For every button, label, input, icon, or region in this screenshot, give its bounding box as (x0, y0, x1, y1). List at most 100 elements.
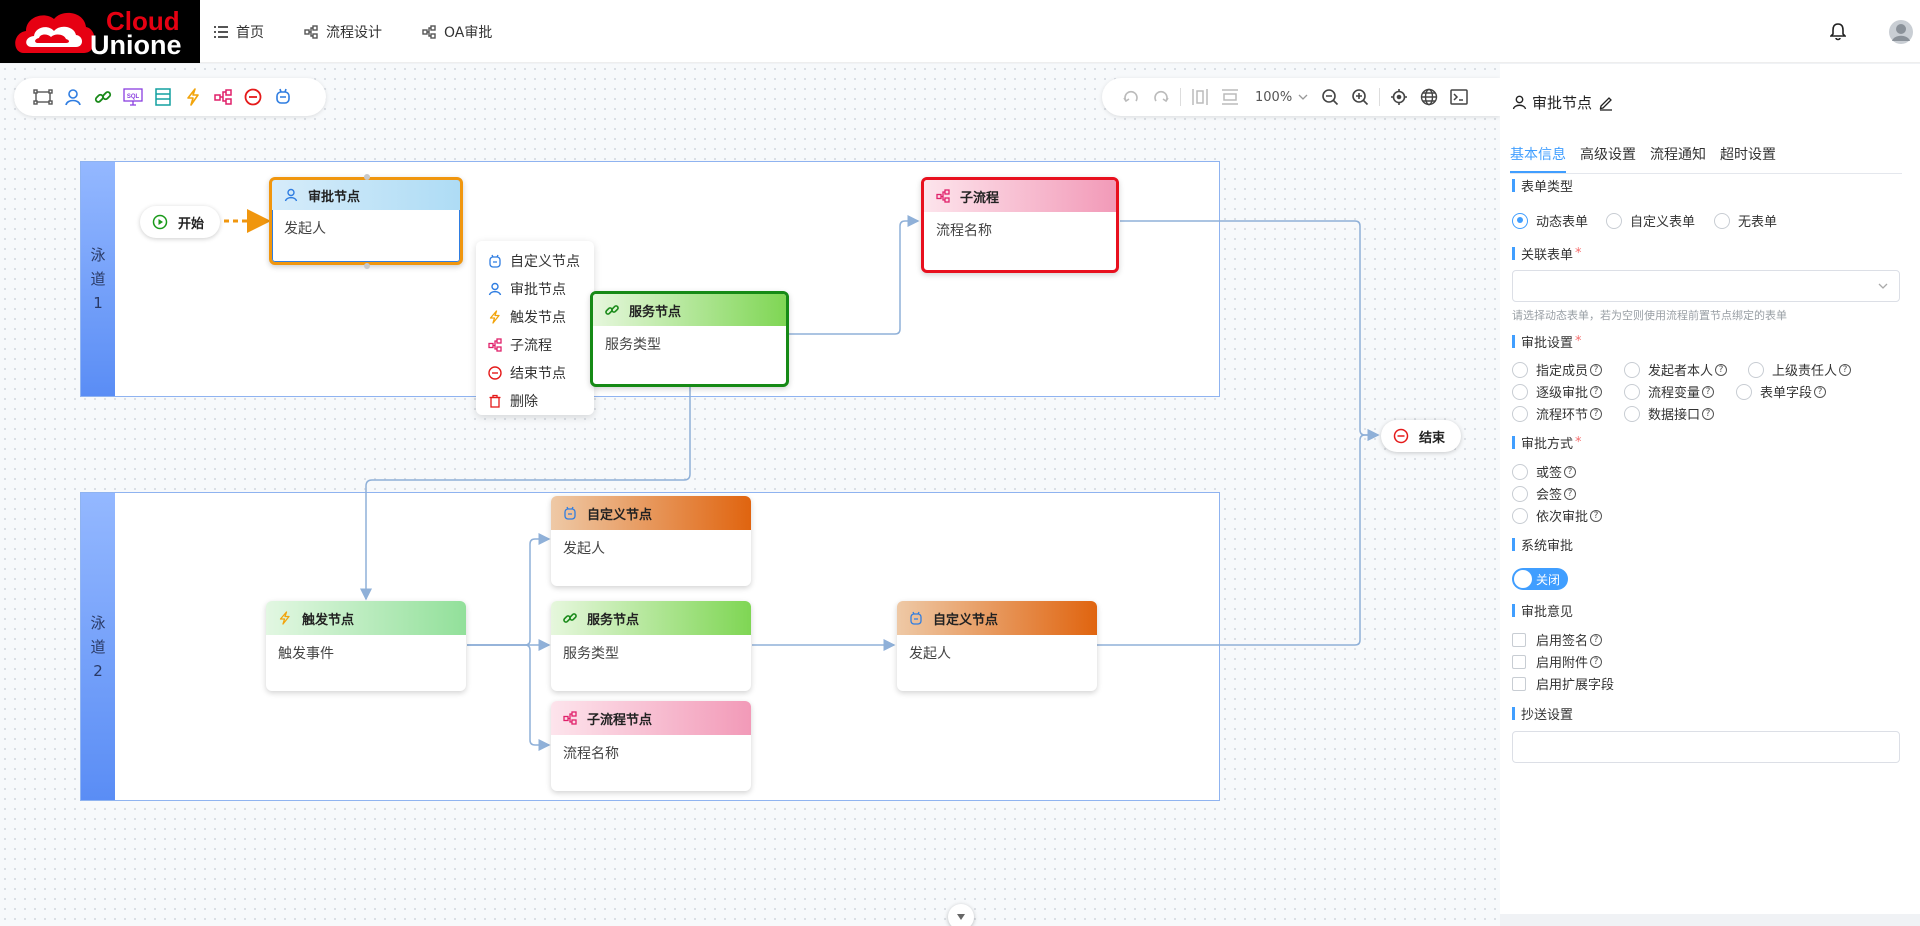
radio-joint-sign[interactable]: 会签? (1512, 484, 1577, 503)
trigger-node[interactable]: 触发节点 触发事件 (266, 601, 466, 691)
form-node-tool[interactable] (152, 86, 174, 108)
radio-button[interactable] (1714, 212, 1730, 229)
checkbox-enable-signature[interactable]: 启用签名? (1512, 630, 1603, 649)
checkbox[interactable] (1512, 632, 1526, 647)
radio-data-interface[interactable]: 数据接口? (1624, 404, 1715, 423)
cc-settings-input[interactable] (1512, 731, 1900, 763)
tab-flow-notification[interactable]: 流程通知 (1650, 140, 1706, 173)
system-approval-toggle[interactable]: 关闭 (1512, 568, 1568, 590)
collapse-button[interactable] (948, 904, 974, 926)
menu-add-approval-node[interactable]: 审批节点 (476, 275, 594, 303)
zoom-out-button[interactable] (1319, 86, 1341, 108)
service-node-2[interactable]: 服务节点 服务类型 (551, 601, 751, 691)
end-node[interactable]: 结束 (1381, 420, 1462, 452)
radio-button[interactable] (1606, 212, 1622, 229)
menu-add-end-node[interactable]: 结束节点 (476, 359, 594, 387)
radio-button[interactable] (1624, 405, 1640, 422)
radio-form-field[interactable]: 表单字段? (1736, 382, 1827, 401)
radio-level-approval[interactable]: 逐级审批? (1512, 382, 1603, 401)
zoom-select[interactable]: 100% (1255, 90, 1309, 105)
help-icon[interactable]: ? (1715, 363, 1728, 376)
locate-button[interactable] (1388, 86, 1410, 108)
help-icon[interactable]: ? (1590, 385, 1603, 398)
service-node-1[interactable]: 服务节点 服务类型 (590, 291, 789, 387)
avatar[interactable] (1888, 19, 1914, 45)
radio-initiator-self[interactable]: 发起者本人? (1624, 360, 1728, 379)
brand-logo[interactable]: Cloud Unione (0, 0, 200, 63)
zoom-in-button[interactable] (1349, 86, 1371, 108)
subflow-node-tool[interactable] (212, 86, 234, 108)
bell-icon[interactable] (1830, 22, 1846, 41)
radio-or-sign[interactable]: 或签? (1512, 462, 1577, 481)
service-node-tool[interactable] (92, 86, 114, 108)
help-icon[interactable]: ? (1590, 655, 1603, 668)
menu-delete[interactable]: 删除 (476, 387, 594, 415)
tab-advanced-settings[interactable]: 高级设置 (1580, 140, 1636, 173)
radio-button[interactable] (1624, 361, 1640, 378)
menu-add-trigger-node[interactable]: 触发节点 (476, 303, 594, 331)
menu-add-custom-node[interactable]: 自定义节点 (476, 247, 594, 275)
end-node-tool[interactable] (242, 86, 264, 108)
linked-form-select[interactable] (1512, 270, 1900, 302)
help-icon[interactable]: ? (1564, 465, 1577, 478)
redo-button[interactable] (1150, 86, 1172, 108)
sql-node-tool[interactable]: SQL (122, 86, 144, 108)
flow-canvas[interactable]: SQL 100% 泳 道 1 泳 道 2 开始 结束 审批节点 发起人 自定义节… (0, 64, 1500, 926)
globe-button[interactable] (1418, 86, 1440, 108)
radio-specified-members[interactable]: 指定成员? (1512, 360, 1603, 379)
swimlane-2-header[interactable]: 泳 道 2 (81, 493, 115, 800)
radio-custom-form[interactable]: 自定义表单 (1606, 211, 1695, 230)
undo-button[interactable] (1120, 86, 1142, 108)
help-icon[interactable]: ? (1590, 363, 1603, 376)
trigger-node-tool[interactable] (182, 86, 204, 108)
radio-dynamic-form[interactable]: 动态表单 (1512, 211, 1588, 230)
radio-flow-variable[interactable]: 流程变量? (1624, 382, 1715, 401)
radio-button[interactable] (1512, 383, 1528, 400)
radio-button[interactable] (1512, 463, 1528, 480)
help-icon[interactable]: ? (1702, 407, 1715, 420)
nav-item-home[interactable]: 首页 (214, 22, 264, 42)
radio-sequential[interactable]: 依次审批? (1512, 506, 1603, 525)
subflow-node-1[interactable]: 子流程 流程名称 (921, 177, 1119, 273)
connector-handle[interactable] (363, 262, 371, 270)
checkbox[interactable] (1512, 676, 1526, 691)
radio-button[interactable] (1512, 485, 1528, 502)
nav-item-oa-approval[interactable]: OA审批 (422, 22, 492, 42)
checkbox-enable-attachment[interactable]: 启用附件? (1512, 652, 1603, 671)
checkbox[interactable] (1512, 654, 1526, 669)
radio-no-form[interactable]: 无表单 (1714, 211, 1777, 230)
nav-item-flow-design[interactable]: 流程设计 (304, 22, 382, 42)
radio-button[interactable] (1624, 383, 1640, 400)
align-horizontal-button[interactable] (1219, 86, 1241, 108)
radio-flow-step[interactable]: 流程环节? (1512, 404, 1603, 423)
help-icon[interactable]: ? (1590, 509, 1603, 522)
radio-superior[interactable]: 上级责任人? (1748, 360, 1852, 379)
radio-button[interactable] (1512, 405, 1528, 422)
approval-node[interactable]: 审批节点 发起人 (269, 177, 463, 265)
connector-handle[interactable] (363, 173, 371, 181)
custom-node-1[interactable]: 自定义节点 发起人 (551, 496, 751, 586)
help-icon[interactable]: ? (1590, 407, 1603, 420)
help-icon[interactable]: ? (1590, 633, 1603, 646)
radio-button[interactable] (1736, 383, 1752, 400)
tab-basic-info[interactable]: 基本信息 (1510, 140, 1566, 173)
radio-button[interactable] (1512, 212, 1528, 229)
radio-button[interactable] (1512, 507, 1528, 524)
edit-icon[interactable] (1598, 95, 1614, 111)
custom-node-tool[interactable] (272, 86, 294, 108)
subflow-node-2[interactable]: 子流程节点 流程名称 (551, 701, 751, 791)
radio-button[interactable] (1512, 361, 1528, 378)
start-node[interactable]: 开始 (140, 206, 221, 238)
swimlane-1-header[interactable]: 泳 道 1 (81, 162, 115, 396)
user-node-tool[interactable] (62, 86, 84, 108)
align-vertical-button[interactable] (1189, 86, 1211, 108)
custom-node-2[interactable]: 自定义节点 发起人 (897, 601, 1097, 691)
help-icon[interactable]: ? (1564, 487, 1577, 500)
checkbox-enable-extension-field[interactable]: 启用扩展字段 (1512, 674, 1614, 693)
help-icon[interactable]: ? (1702, 385, 1715, 398)
radio-button[interactable] (1748, 361, 1764, 378)
help-icon[interactable]: ? (1814, 385, 1827, 398)
tab-timeout-settings[interactable]: 超时设置 (1720, 140, 1776, 173)
lane-tool[interactable] (32, 86, 54, 108)
terminal-button[interactable] (1448, 86, 1470, 108)
